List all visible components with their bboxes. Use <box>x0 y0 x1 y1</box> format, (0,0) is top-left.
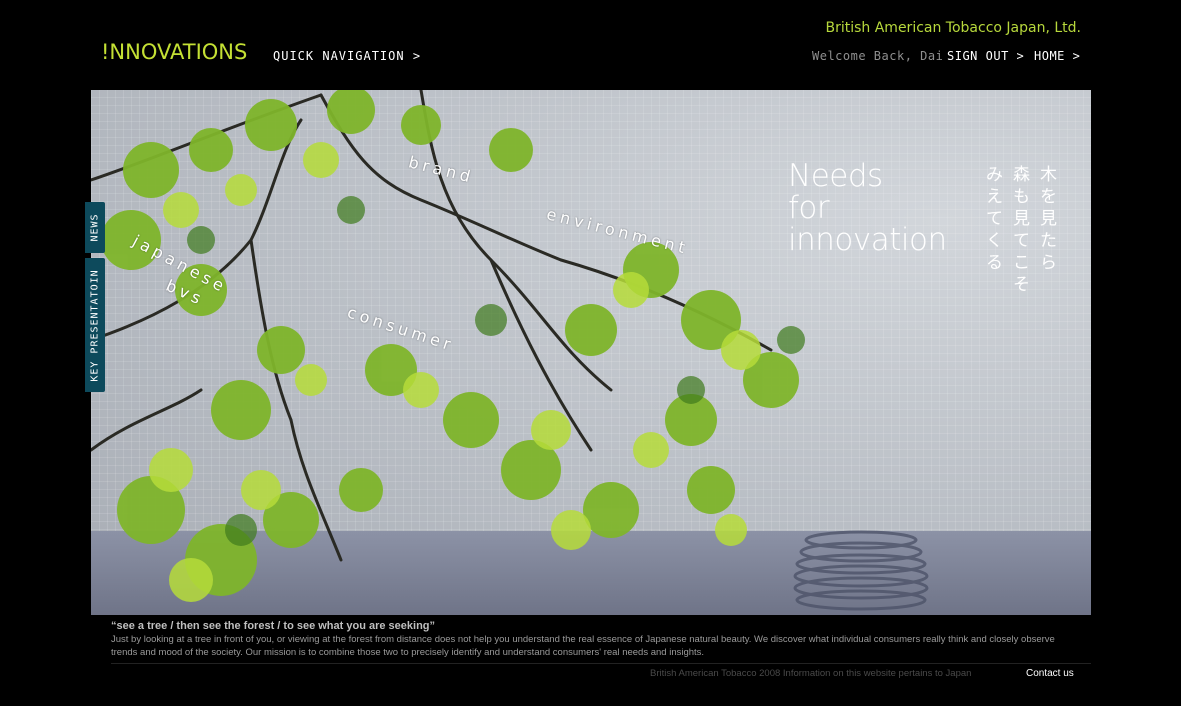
japanese-proverb-line: 森も見てこそ <box>1013 165 1030 295</box>
news-tab-label: NEWS <box>89 213 101 242</box>
copyright-text: British American Tobacco 2008 Informatio… <box>650 668 972 679</box>
japanese-proverb-line: 木を見たら <box>1040 165 1057 273</box>
mission-description: Just by looking at a tree in front of yo… <box>111 634 1055 658</box>
hero-headline: Needs for innovation <box>788 160 988 256</box>
hero-image: brand environment japanese bvs consumer … <box>91 90 1091 615</box>
innovations-logo[interactable]: !NNOVATIONS <box>101 40 247 64</box>
contact-us-link[interactable]: Contact us <box>1026 668 1074 679</box>
spiral-sculpture <box>793 530 929 611</box>
key-presentation-tab-label: KEY PRESENTATOIN <box>89 268 101 382</box>
sign-out-link[interactable]: SIGN OUT > <box>947 49 1024 63</box>
home-link[interactable]: HOME > <box>1034 49 1080 63</box>
quick-navigation-link[interactable]: QUICK NAVIGATION > <box>273 49 421 63</box>
tagline-quote: “see a tree / then see the forest / to s… <box>111 620 436 632</box>
news-tab[interactable]: NEWS <box>85 202 105 253</box>
footer-divider <box>111 663 1091 664</box>
headline-line: for <box>788 190 830 226</box>
japanese-proverb-line: みえてくる <box>986 165 1003 273</box>
company-name: British American Tobacco Japan, Ltd. <box>825 20 1081 36</box>
headline-line: Needs <box>788 158 883 194</box>
welcome-message: Welcome Back, Dai <box>812 49 944 63</box>
key-presentation-tab[interactable]: KEY PRESENTATOIN <box>85 258 105 392</box>
headline-line: innovation <box>788 222 947 258</box>
